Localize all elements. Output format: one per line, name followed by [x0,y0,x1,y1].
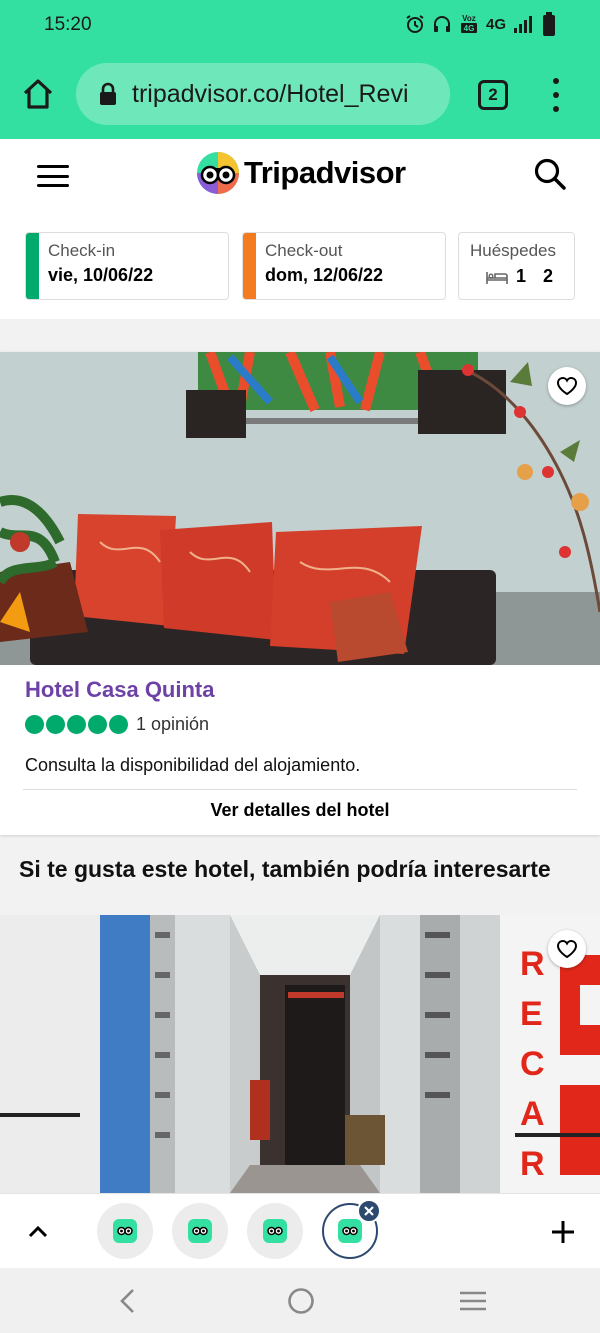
save-favorite-button[interactable] [548,367,586,405]
heart-icon [557,377,577,396]
site-header: Tripadvisor Check-in vie, 10/06/22 Check… [0,139,600,319]
system-navigation-bar [0,1268,600,1333]
bed-icon [486,271,508,284]
status-icons: Voz 4G 4G [405,12,556,36]
home-circle-icon[interactable] [286,1286,316,1316]
volte-label-bottom: 4G [464,24,475,33]
battery-icon [543,12,555,36]
recents-menu-icon[interactable] [458,1286,488,1316]
rooms-count: 1 [516,266,527,286]
volte-icon: Voz4G [460,14,477,33]
hotel-name-link[interactable]: Hotel Casa Quinta [25,677,214,703]
sign-letter: R [520,945,545,983]
sign-letter: A [520,1095,545,1133]
tab-thumbnail[interactable] [97,1203,153,1259]
close-tab-icon[interactable] [357,1199,381,1223]
signal-icon [514,16,532,33]
browser-chrome: 15:20 Voz 4G 4G tripadvisor.co/Hotel_Revi… [0,0,600,139]
rating-bubble [46,715,65,734]
sign-letter: E [520,995,543,1033]
checkout-label: Check-out [265,241,343,260]
review-count: 1 opinión [136,714,210,734]
back-icon[interactable] [113,1286,143,1316]
sign-letter: R [520,1145,545,1183]
hotel-photo[interactable] [0,352,600,665]
guests-field[interactable]: Huéspedes 1 2 [458,232,575,300]
hotel-rating[interactable]: 1 opinión [25,714,209,735]
guests-summary: 1 2 [486,266,553,287]
sign-letter: C [520,1045,545,1083]
checkout-value: dom, 12/06/22 [265,265,384,285]
url-field[interactable]: tripadvisor.co/Hotel_Revi [76,63,450,125]
status-bar: 15:20 Voz 4G 4G [0,0,600,50]
checkin-field[interactable]: Check-in vie, 10/06/22 [25,232,229,300]
recommended-hotel-photo: R E C A R [0,915,600,1193]
brand-name: Tripadvisor [244,155,406,190]
tripadvisor-favicon-icon [113,1219,137,1243]
checkin-accent [26,233,39,299]
volte-label-top: Voz [462,14,476,23]
view-hotel-details-button[interactable]: Ver detalles del hotel [0,800,600,821]
checkin-value: vie, 10/06/22 [48,265,154,285]
status-time: 15:20 [44,14,92,35]
home-icon[interactable] [20,76,56,112]
rating-bubble [67,715,86,734]
tripadvisor-logo[interactable]: Tripadvisor [196,151,406,195]
owl-logo-icon [197,152,239,194]
url-text: tripadvisor.co/Hotel_Revi [132,79,409,108]
guests-label: Huéspedes [470,241,557,260]
network-type: 4G [485,15,506,33]
guests-count: 2 [543,266,554,286]
rating-bubble [25,715,44,734]
hamburger-menu-icon[interactable] [37,165,69,187]
hotel-photo-image [0,352,600,665]
save-favorite-button[interactable] [548,930,586,968]
tripadvisor-favicon-icon [338,1219,362,1243]
search-icon[interactable] [533,157,567,191]
tab-thumbnail[interactable] [247,1203,303,1259]
chevron-up-icon[interactable] [26,1220,50,1244]
address-bar-row: tripadvisor.co/Hotel_Revi 2 [0,60,600,128]
lock-icon [100,82,116,105]
tab-switcher-button[interactable]: 2 [478,80,508,110]
browser-menu-icon[interactable] [548,78,564,112]
heart-icon [557,940,577,959]
card-divider [23,789,577,790]
headphones-icon [433,16,450,32]
checkout-accent [243,233,256,299]
tab-thumbnail[interactable] [172,1203,228,1259]
recommendations-title: Si te gusta este hotel, también podría i… [19,856,551,882]
availability-text: Consulta la disponibilidad del alojamien… [25,755,361,775]
rating-bubble [88,715,107,734]
recommended-hotel-card[interactable]: R E C A R [0,915,600,1193]
tripadvisor-favicon-icon [188,1219,212,1243]
rating-bubble [109,715,128,734]
tripadvisor-favicon-icon [263,1219,287,1243]
checkout-field[interactable]: Check-out dom, 12/06/22 [242,232,446,300]
hotel-card: Hotel Casa Quinta 1 opinión Consulta la … [0,352,600,835]
new-tab-icon[interactable] [550,1219,576,1245]
alarm-icon [406,15,424,33]
checkin-label: Check-in [48,241,116,260]
tab-strip [0,1193,600,1268]
